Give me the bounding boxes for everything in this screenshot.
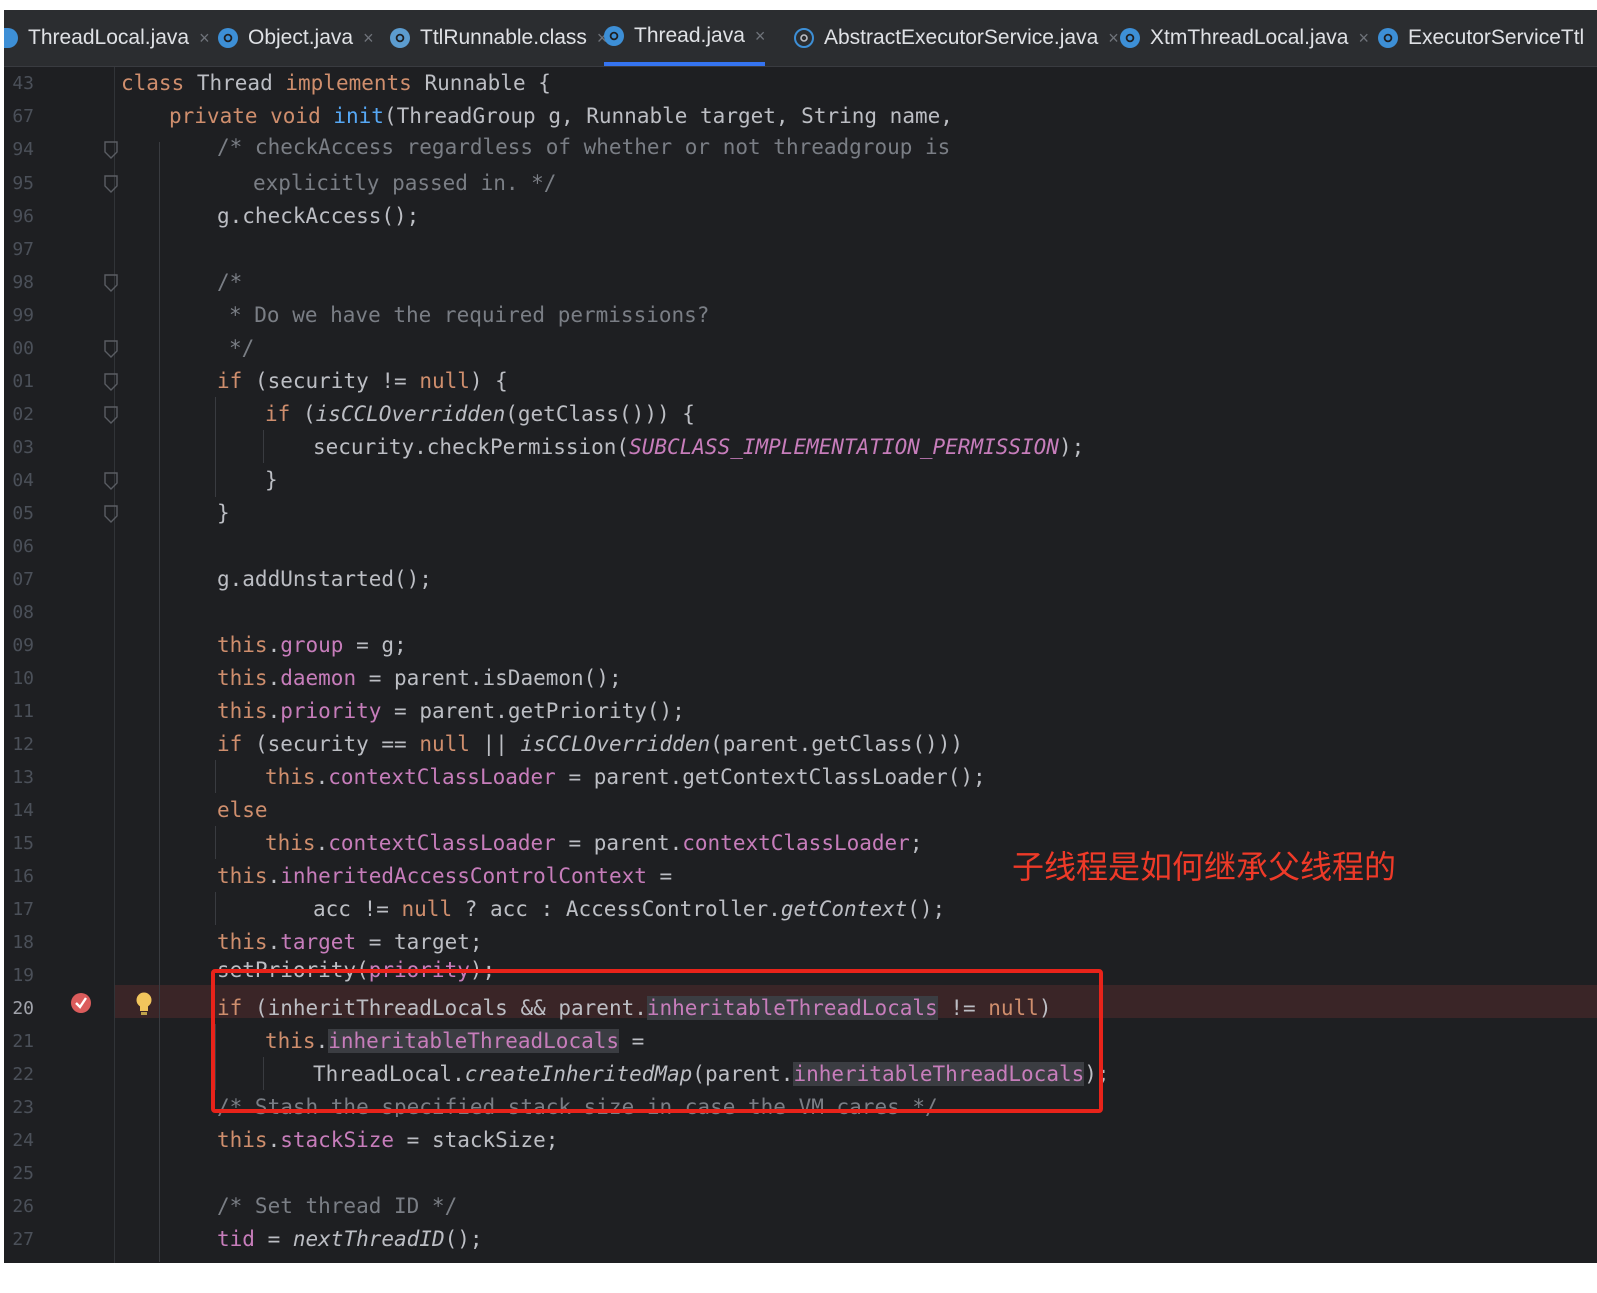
code-line: this.group = g;	[217, 633, 407, 657]
line-number: 15	[12, 833, 34, 854]
java-class-icon	[1120, 28, 1140, 48]
line-number: 23	[12, 1097, 34, 1118]
tab-executorservicettl[interactable]: ExecutorServiceTtl	[1378, 10, 1584, 66]
compiled-class-icon	[390, 28, 410, 48]
tab-label: TtlRunnable.class	[420, 26, 587, 49]
code-line: * Do we have the required permissions?	[229, 303, 710, 327]
abstract-class-icon	[794, 28, 814, 48]
line-number: 19	[12, 965, 34, 986]
line-number: 16	[12, 866, 34, 887]
line-number: 01	[12, 371, 34, 392]
code-line: /*	[217, 270, 243, 294]
close-icon[interactable]: ×	[1108, 28, 1119, 49]
close-icon[interactable]: ×	[363, 28, 374, 49]
line-number: 67	[12, 106, 34, 127]
code-line: if (security == null || isCCLOverridden(…	[217, 732, 963, 756]
tab-label: Object.java	[248, 26, 354, 49]
tab-label: ExecutorServiceTtl	[1408, 26, 1585, 49]
line-number: 27	[12, 1229, 34, 1250]
code-line: tid = nextThreadID();	[217, 1227, 483, 1251]
tab-label: XtmThreadLocal.java	[1150, 26, 1349, 49]
line-number: 04	[12, 470, 34, 491]
java-class-icon	[1378, 28, 1398, 48]
line-number: 02	[12, 404, 34, 425]
line-number: 25	[12, 1163, 34, 1184]
close-icon[interactable]: ×	[755, 26, 766, 47]
tab-ttlrunnable-class[interactable]: TtlRunnable.class ×	[390, 10, 607, 66]
line-number: 22	[12, 1064, 34, 1085]
java-class-icon	[604, 26, 624, 46]
line-number: 09	[12, 635, 34, 656]
tab-label: AbstractExecutorService.java	[824, 26, 1099, 49]
tab-object-java[interactable]: Object.java ×	[218, 10, 374, 66]
line-number: 18	[12, 932, 34, 953]
close-icon[interactable]: ×	[199, 28, 210, 49]
line-number: 96	[12, 206, 34, 227]
code-line: this.contextClassLoader = parent.context…	[265, 831, 923, 855]
code-line: this.priority = parent.getPriority();	[217, 699, 685, 723]
java-class-icon	[218, 28, 238, 48]
code-line: }	[265, 468, 278, 492]
line-number: 13	[12, 767, 34, 788]
line-number: 94	[12, 139, 34, 160]
tab-label: Thread.java	[634, 24, 745, 47]
tab-abstractexecutorservice-java[interactable]: AbstractExecutorService.java ×	[794, 10, 1119, 66]
line-number: 06	[12, 536, 34, 557]
line-number: 00	[12, 338, 34, 359]
code-line: if (security != null) {	[217, 369, 508, 393]
code-line: else	[217, 798, 268, 822]
code-line: g.checkAccess();	[217, 204, 420, 228]
code-line: acc != null ? acc : AccessController.get…	[313, 897, 946, 921]
line-number: 14	[12, 800, 34, 821]
tab-thread-java[interactable]: Thread.java ×	[604, 10, 766, 66]
code-line: /* checkAccess regardless of whether or …	[217, 135, 951, 159]
code-line: }	[217, 501, 230, 525]
line-number: 20	[12, 998, 34, 1019]
code-line: g.addUnstarted();	[217, 567, 432, 591]
code-line: explicitly passed in. */	[253, 171, 557, 195]
breakpoint-icon[interactable]	[70, 992, 92, 1018]
line-number: 03	[12, 437, 34, 458]
line-number: 24	[12, 1130, 34, 1151]
line-number: 12	[12, 734, 34, 755]
line-number: 08	[12, 602, 34, 623]
line-number: 10	[12, 668, 34, 689]
line-number: 05	[12, 503, 34, 524]
close-icon[interactable]: ×	[1358, 28, 1369, 49]
code-line: class Thread implements Runnable {	[121, 71, 551, 95]
tab-xtmthreadlocal-java[interactable]: XtmThreadLocal.java ×	[1120, 10, 1369, 66]
code-line: private void init(ThreadGroup g, Runnabl…	[169, 104, 953, 128]
code-editor: ThreadLocal.java × Object.java × TtlRunn…	[4, 10, 1597, 1263]
line-number: 99	[12, 305, 34, 326]
line-number: 97	[12, 239, 34, 260]
code-line: if (isCCLOverridden(getClass())) {	[265, 402, 695, 426]
tab-label: ThreadLocal.java	[28, 26, 190, 49]
tab-threadlocal-java[interactable]: ThreadLocal.java ×	[4, 10, 210, 66]
code-line: security.checkPermission(SUBCLASS_IMPLEM…	[313, 435, 1085, 459]
java-class-icon	[4, 28, 18, 48]
line-number: 07	[12, 569, 34, 590]
code-line: this.daemon = parent.isDaemon();	[217, 666, 622, 690]
line-number: 43	[12, 73, 34, 94]
code-line: this.contextClassLoader = parent.getCont…	[265, 765, 986, 789]
line-number-gutter: 43 67 94 95 96 97 98 99 00 01 02 03 04 05 06 07 08 09 10 11…	[4, 67, 118, 1263]
line-number: 26	[12, 1196, 34, 1217]
editor-tab-bar: ThreadLocal.java × Object.java × TtlRunn…	[4, 10, 1597, 67]
line-number: 21	[12, 1031, 34, 1052]
line-number: 98	[12, 272, 34, 293]
code-line: this.stackSize = stackSize;	[217, 1128, 559, 1152]
code-line: /* Set thread ID */	[217, 1194, 458, 1218]
annotation-text: 子线程是如何继承父线程的	[1012, 848, 1397, 886]
line-number: 95	[12, 173, 34, 194]
highlight-box	[211, 969, 1103, 1113]
line-number: 11	[12, 701, 34, 722]
code-line: */	[229, 336, 255, 360]
line-number: 17	[12, 899, 34, 920]
